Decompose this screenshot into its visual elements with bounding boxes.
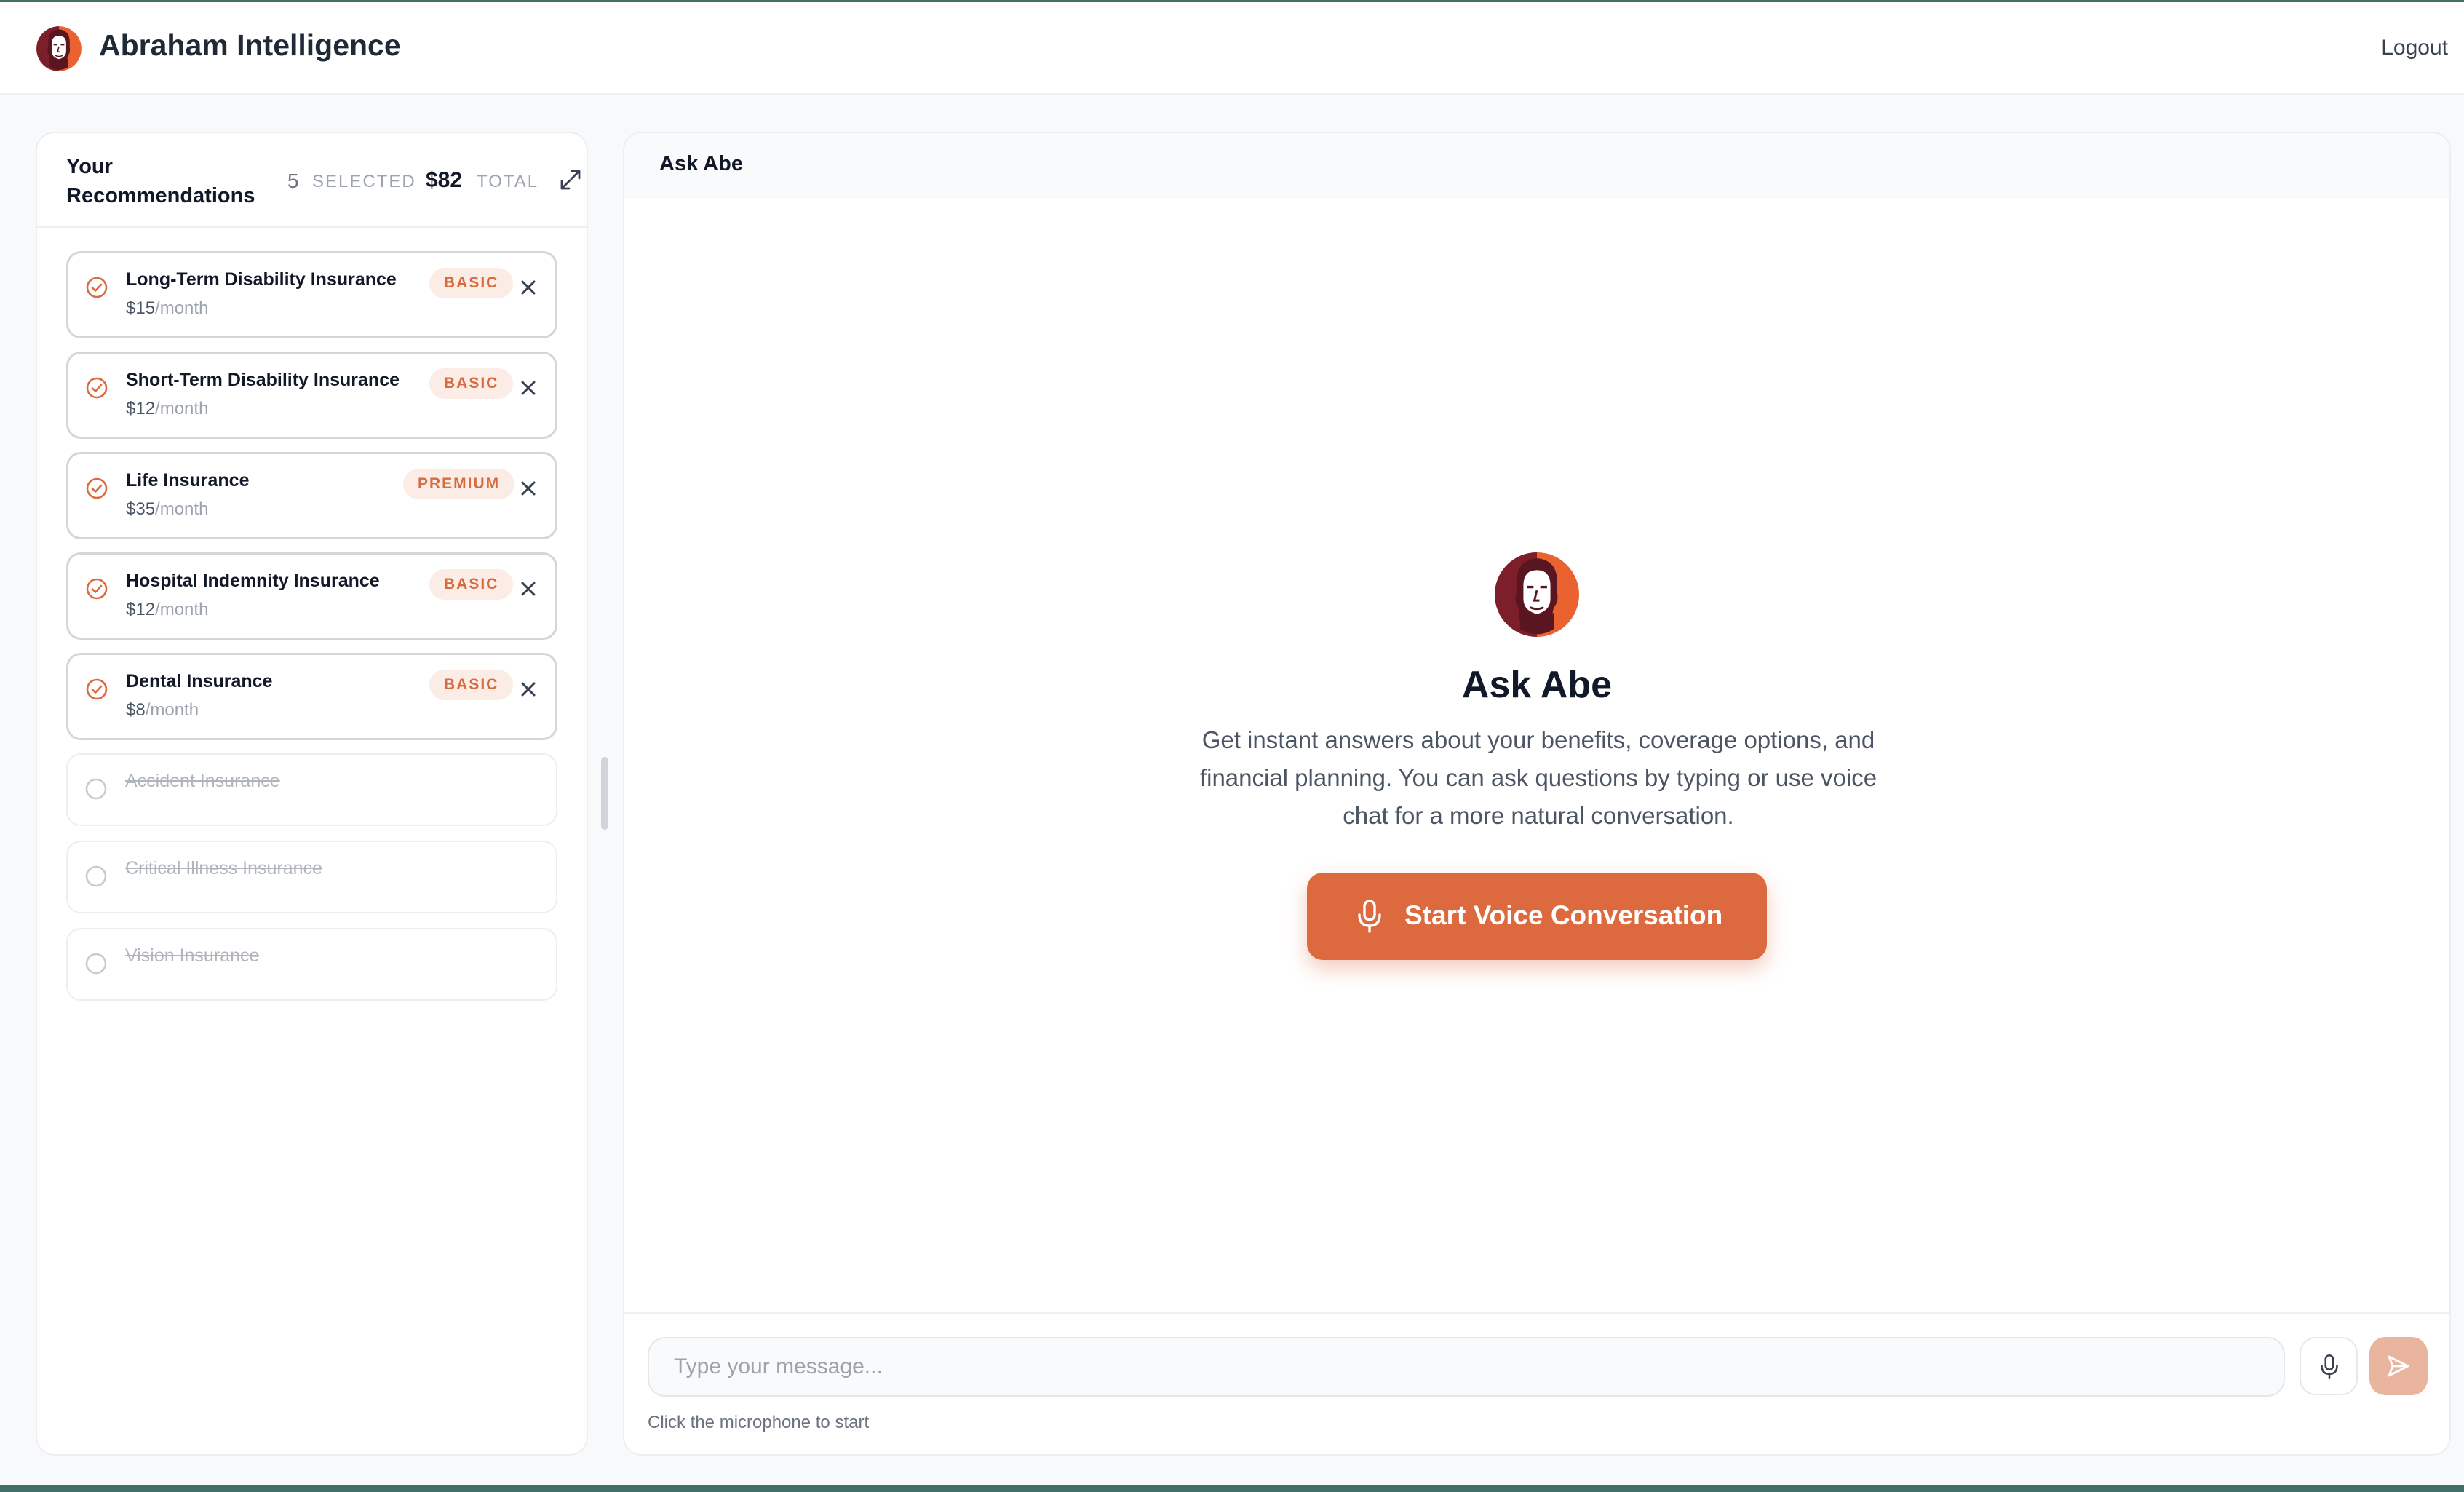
empty-circle-icon[interactable] — [84, 951, 108, 976]
hero-title: Ask Abe — [1461, 664, 1613, 706]
message-input[interactable] — [648, 1337, 2285, 1397]
top-bar: Abraham Intelligence Logout — [0, 0, 2464, 95]
tier-badge: BASIC — [429, 569, 514, 600]
item-price: $35/month — [126, 499, 208, 520]
item-price: $15/month — [126, 298, 208, 319]
send-icon — [2388, 1355, 2409, 1377]
close-icon[interactable] — [514, 675, 543, 704]
hero-description: Get instant answers about your benefits,… — [1199, 726, 1877, 829]
check-circle-icon[interactable] — [84, 275, 109, 300]
item-price-value: $35 — [126, 499, 156, 519]
item-price-value: $12 — [126, 399, 156, 418]
recommendation-item-life[interactable]: Life Insurance $35/month PREMIUM — [66, 452, 557, 539]
recommendations-title: Your Recommendations — [66, 155, 255, 207]
bottom-frame — [0, 1485, 2464, 1492]
panel-resize-handle[interactable] — [601, 757, 608, 830]
app-title: Abraham Intelligence — [99, 28, 401, 62]
item-price: $12/month — [126, 399, 208, 419]
microphone-icon — [1358, 900, 1381, 933]
item-name: Dental Insurance — [126, 671, 273, 691]
send-button[interactable] — [2369, 1337, 2428, 1395]
tier-badge: BASIC — [429, 368, 514, 399]
close-icon[interactable] — [514, 474, 543, 503]
item-price: $12/month — [126, 600, 208, 620]
abe-logo-icon — [36, 24, 82, 74]
check-circle-icon[interactable] — [84, 476, 109, 501]
item-price: $8/month — [126, 700, 199, 721]
selected-count: 5 — [287, 170, 299, 192]
item-name: Short-Term Disability Insurance — [126, 370, 400, 390]
item-price-value: $8 — [126, 700, 146, 720]
voice-button-label: Start Voice Conversation — [1404, 900, 1723, 930]
close-icon[interactable] — [514, 373, 543, 402]
tier-badge: BASIC — [429, 268, 514, 298]
item-price-period: /month — [155, 399, 209, 418]
recommendation-item-vision[interactable]: Vision Insurance — [66, 928, 557, 1001]
item-price-value: $12 — [126, 600, 156, 619]
item-price-value: $15 — [126, 298, 156, 318]
chat-panel: Ask Abe Ask Abe Get instant answers abou… — [623, 132, 2451, 1456]
recommendation-item-short-term-disability[interactable]: Short-Term Disability Insurance $12/mont… — [66, 352, 557, 439]
total-amount: $82 — [426, 168, 463, 192]
microphone-button[interactable] — [2300, 1337, 2358, 1395]
empty-circle-icon[interactable] — [84, 864, 108, 889]
empty-circle-icon[interactable] — [84, 777, 108, 801]
recommendations-panel: Your Recommendations 5 SELECTED $82 TOTA… — [36, 132, 588, 1456]
check-circle-icon[interactable] — [84, 376, 109, 400]
selected-label: SELECTED — [312, 172, 416, 191]
total-label: TOTAL — [477, 172, 539, 191]
check-circle-icon[interactable] — [84, 576, 109, 601]
tier-badge: BASIC — [429, 670, 514, 700]
abe-logo-icon — [1495, 548, 1579, 641]
recommendation-item-long-term-disability[interactable]: Long-Term Disability Insurance $15/month… — [66, 251, 557, 338]
recommendation-item-accident[interactable]: Accident Insurance — [66, 753, 557, 826]
expand-icon[interactable] — [556, 165, 585, 194]
item-price-period: /month — [155, 600, 209, 619]
tier-badge: PREMIUM — [403, 469, 515, 499]
item-price-period: /month — [155, 298, 209, 318]
microphone-hint: Click the microphone to start — [648, 1413, 870, 1432]
item-name: Accident Insurance — [125, 771, 280, 791]
recommendations-header: Your Recommendations 5 SELECTED $82 TOTA… — [37, 133, 587, 228]
start-voice-conversation-button[interactable]: Start Voice Conversation — [1307, 873, 1767, 960]
close-icon[interactable] — [514, 273, 543, 302]
chat-header: Ask Abe — [624, 133, 2449, 199]
item-name: Critical Illness Insurance — [125, 858, 322, 878]
recommendation-item-dental[interactable]: Dental Insurance $8/month BASIC — [66, 653, 557, 740]
item-price-period: /month — [155, 499, 209, 519]
item-name: Life Insurance — [126, 470, 250, 491]
chat-input-bar: Click the microphone to start — [624, 1312, 2449, 1454]
item-name: Vision Insurance — [125, 945, 260, 966]
item-name: Hospital Indemnity Insurance — [126, 571, 380, 591]
item-price-period: /month — [145, 700, 199, 720]
logout-button[interactable]: Logout — [2381, 36, 2448, 60]
check-circle-icon[interactable] — [84, 677, 109, 702]
close-icon[interactable] — [514, 574, 543, 603]
chat-title: Ask Abe — [659, 152, 743, 175]
microphone-icon — [2321, 1354, 2338, 1380]
recommendation-item-hospital-indemnity[interactable]: Hospital Indemnity Insurance $12/month B… — [66, 552, 557, 640]
recommendation-item-critical-illness[interactable]: Critical Illness Insurance — [66, 841, 557, 913]
item-name: Long-Term Disability Insurance — [126, 269, 397, 290]
